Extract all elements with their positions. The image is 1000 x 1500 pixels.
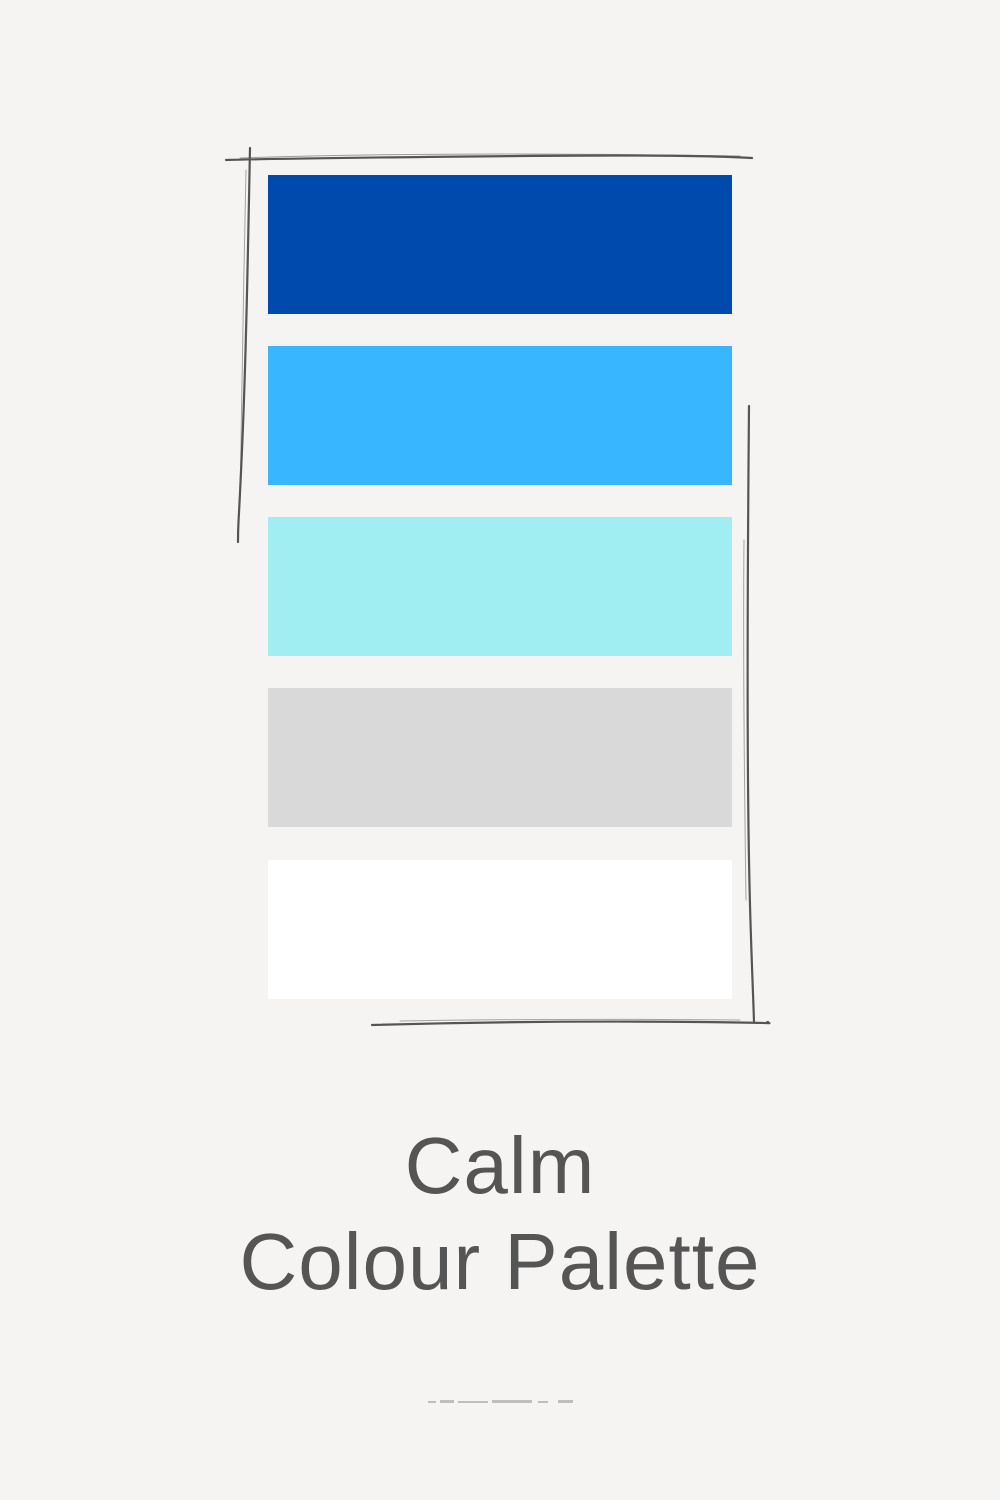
title-line-1: Calm [404, 1121, 596, 1210]
light-grey-swatch [268, 688, 732, 827]
sky-blue-swatch [268, 346, 732, 485]
deep-blue-swatch [268, 175, 732, 314]
faint-watermark [428, 1400, 573, 1403]
aqua-swatch [268, 517, 732, 656]
title-line-2: Colour Palette [239, 1217, 761, 1306]
white-swatch [268, 860, 732, 999]
